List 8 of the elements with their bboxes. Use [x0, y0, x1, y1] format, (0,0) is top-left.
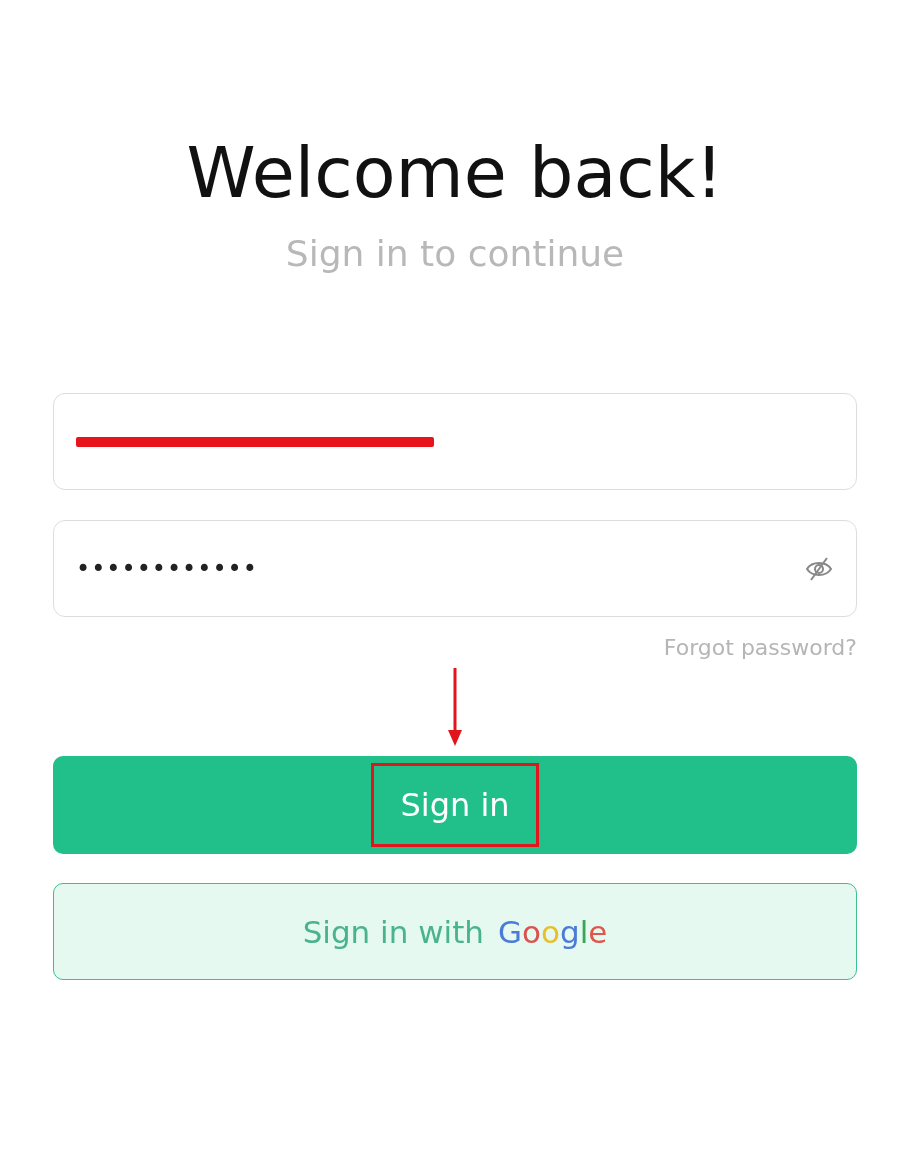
- email-field[interactable]: [53, 393, 857, 490]
- password-field[interactable]: ••••••••••••: [53, 520, 857, 617]
- forgot-password-link[interactable]: Forgot password?: [663, 635, 857, 660]
- page-heading: Welcome back!: [185, 131, 725, 216]
- password-value: ••••••••••••: [76, 554, 259, 583]
- page-subheading: Sign in to continue: [285, 232, 625, 276]
- sign-in-button[interactable]: Sign in: [53, 756, 857, 854]
- google-sign-in-button[interactable]: Sign in with Google: [53, 883, 857, 980]
